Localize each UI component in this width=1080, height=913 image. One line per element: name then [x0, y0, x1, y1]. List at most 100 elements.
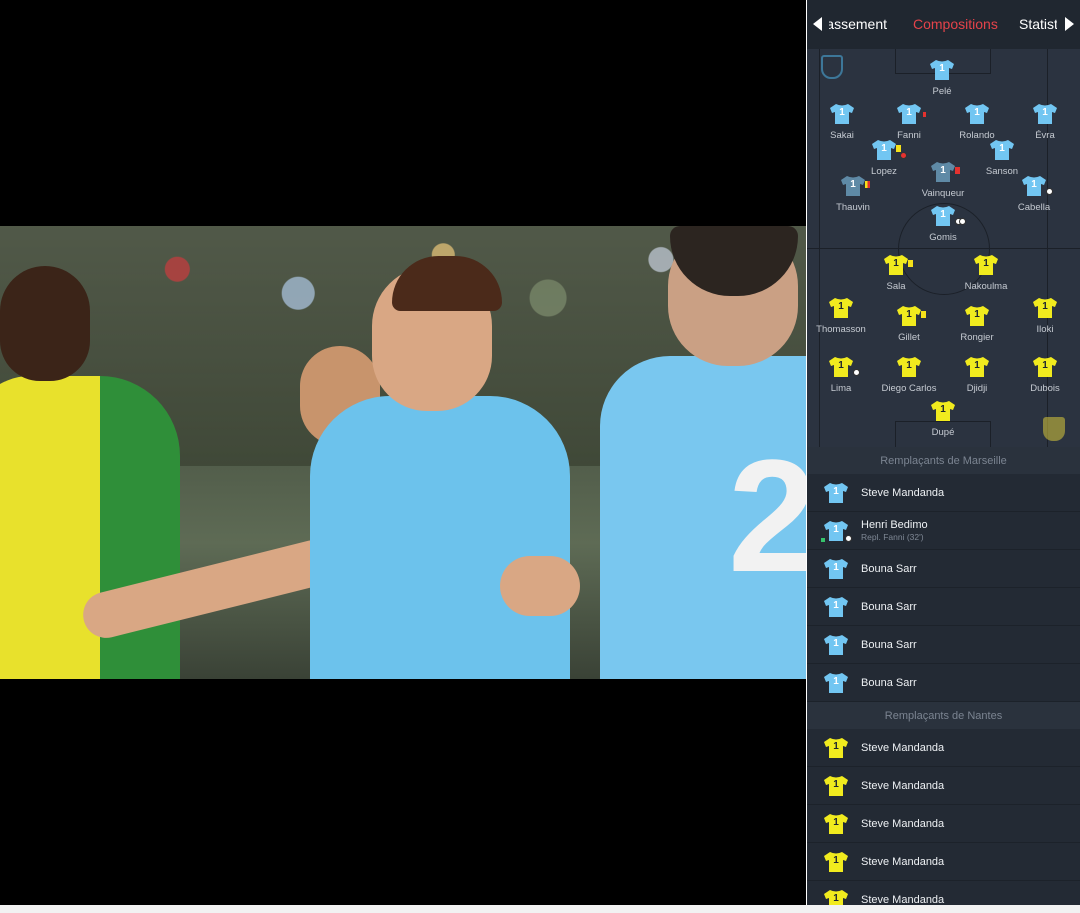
shirt-icon: 1: [896, 103, 926, 125]
sub-player-name: Bouna Sarr: [861, 600, 917, 613]
tab-statistiques[interactable]: Statistiques: [1019, 16, 1057, 32]
player-name: Nakoulma: [964, 281, 1008, 292]
shirt-icon: 1: [896, 356, 922, 378]
sub-texts: Steve Mandanda: [861, 780, 944, 792]
nantes-player[interactable]: 1 Gillet: [874, 305, 944, 343]
shirt-number: 1: [1042, 301, 1048, 312]
tab-classement[interactable]: Classement: [829, 16, 887, 32]
player-name: Gillet: [898, 332, 920, 343]
marseille-player[interactable]: 1 Sakai: [807, 103, 877, 141]
nantes-player[interactable]: 1 Nakoulma: [951, 254, 1021, 292]
nantes-crest-icon: [1043, 417, 1065, 441]
nantes-sub-row[interactable]: 1 Steve Mandanda: [807, 843, 1080, 881]
nantes-sub-row[interactable]: 1 Steve Mandanda: [807, 729, 1080, 767]
marseille-player[interactable]: 1 Cabella: [999, 175, 1069, 213]
nantes-player[interactable]: 1 Dubois: [1010, 356, 1080, 394]
marseille-subs-title: Remplaçants de Marseille: [807, 447, 1080, 474]
shirt-icon: 1: [823, 672, 849, 694]
player-name: Iloki: [1036, 324, 1054, 335]
nantes-player-figure: [0, 376, 180, 679]
shirt-icon: 1: [896, 305, 926, 327]
shirt-number: 1: [833, 599, 839, 611]
marseille-sub-row[interactable]: 1 Bouna Sarr: [807, 626, 1080, 664]
marseille-player[interactable]: 1 Gomis: [908, 205, 978, 243]
marseille-sub-row[interactable]: 1 Bouna Sarr: [807, 588, 1080, 626]
shirt-icon: 1: [930, 205, 966, 227]
shirt-number: 1: [1042, 107, 1048, 118]
shirt-icon: 1: [823, 813, 849, 835]
marseille-player[interactable]: 1 Rolando: [942, 103, 1012, 141]
tab-compositions[interactable]: Compositions: [913, 16, 998, 32]
marseille-player[interactable]: 1 Pelé: [907, 59, 977, 97]
marseille-player-figure: [310, 396, 570, 679]
player-name: Dubois: [1030, 383, 1060, 394]
shirt-icon: 1: [829, 103, 855, 125]
media-viewer: 2: [0, 0, 806, 905]
sub-texts: Bouna Sarr: [861, 639, 917, 651]
sub-texts: Steve Mandanda: [861, 742, 944, 754]
marseille-sub-row[interactable]: 1 Steve Mandanda: [807, 474, 1080, 512]
shirt-icon: 1: [840, 175, 870, 197]
player-name: Sala: [886, 281, 906, 292]
sub-player-name: Bouna Sarr: [861, 562, 917, 575]
shirt-icon: 1: [823, 889, 849, 905]
substitution-in-icon: [821, 538, 825, 542]
shirt-number: 1: [893, 258, 899, 269]
nantes-player[interactable]: 1 Rongier: [942, 305, 1012, 343]
shirt-icon: 1: [964, 103, 990, 125]
match-panel: Classement Compositions Statistiques 1 Pe…: [807, 0, 1080, 905]
marseille-sub-row[interactable]: 1 Bouna Sarr: [807, 664, 1080, 702]
shirt-number: 1: [983, 258, 989, 269]
yellow-card-icon: [921, 311, 926, 318]
marseille-player[interactable]: 1 Fanni: [874, 103, 944, 141]
shirt-number: 1: [838, 360, 844, 371]
player-name: Cabella: [1017, 202, 1051, 213]
shirt-number: 1: [850, 179, 856, 190]
shirt-number: 1: [940, 209, 946, 220]
sub-texts: Steve Mandanda: [861, 818, 944, 830]
nantes-player[interactable]: 1 Lima: [807, 356, 876, 394]
nantes-player[interactable]: 1 Thomasson: [807, 297, 876, 335]
shirt-icon: 1: [823, 558, 849, 580]
sub-texts: Steve Mandanda: [861, 894, 944, 906]
nantes-sub-row[interactable]: 1 Steve Mandanda: [807, 805, 1080, 843]
sub-texts: Henri Bedimo Repl. Fanni (32'): [861, 519, 928, 542]
player-name: Gomis: [929, 232, 957, 243]
shirt-number: 1: [833, 637, 839, 649]
marseille-player[interactable]: 1 Évra: [1010, 103, 1080, 141]
player-name: Djidji: [966, 383, 988, 394]
shirt-number: 1: [999, 143, 1005, 154]
nantes-player[interactable]: 1 Diego Carlos: [874, 356, 944, 394]
sub-player-name: Steve Mandanda: [861, 779, 945, 792]
shirt-icon: 1: [823, 737, 849, 759]
shirt-icon: 1: [883, 254, 913, 276]
match-photo[interactable]: 2: [0, 226, 806, 679]
goal-ball-icon: [959, 218, 966, 225]
nantes-player[interactable]: 1 Djidji: [942, 356, 1012, 394]
shirt-number: 1: [833, 675, 839, 687]
tab-bar: Classement Compositions Statistiques: [807, 0, 1080, 49]
marseille-player[interactable]: 1 Thauvin: [818, 175, 888, 213]
shirt-icon: 1: [964, 305, 990, 327]
arrow-left-icon[interactable]: [813, 17, 822, 31]
marseille-sub-row[interactable]: 1 Bouna Sarr: [807, 550, 1080, 588]
sub-player-name: Bouna Sarr: [861, 638, 917, 651]
shirt-icon: 1: [823, 634, 849, 656]
shirt-icon: 1: [973, 254, 999, 276]
marseille-sub-row[interactable]: 1 Henri Bedimo Repl. Fanni (32'): [807, 512, 1080, 550]
arrow-right-icon[interactable]: [1065, 17, 1074, 31]
own-goal-icon: [900, 152, 907, 159]
nantes-sub-row[interactable]: 1 Steve Mandanda: [807, 881, 1080, 905]
player-name: Pelé: [932, 86, 952, 97]
marseille-player[interactable]: 1 Vainqueur: [908, 161, 978, 199]
shirt-icon: 1: [930, 400, 956, 422]
nantes-player[interactable]: 1 Iloki: [1010, 297, 1080, 335]
shirt-number: 1: [906, 107, 912, 118]
shirt-number: 1: [833, 778, 839, 790]
nantes-player[interactable]: 1 Sala: [861, 254, 931, 292]
nantes-player[interactable]: 1 Dupé: [908, 400, 978, 438]
page-footer-strip: [0, 905, 1080, 913]
nantes-sub-row[interactable]: 1 Steve Mandanda: [807, 767, 1080, 805]
second-yellow-card-icon: [865, 181, 870, 188]
shirt-icon: 1: [823, 775, 849, 797]
